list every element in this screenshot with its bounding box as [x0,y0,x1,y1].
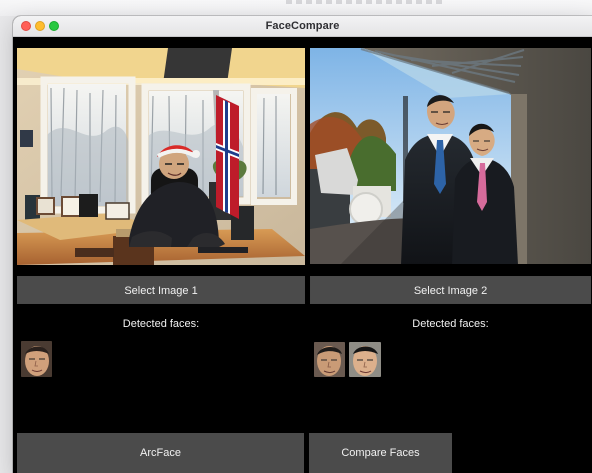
outdoor-photo-preview [310,48,591,265]
facecompare-content: Select Image 1 Select Image 2 Detected f… [13,37,592,473]
facecompare-window: FaceCompare Select Image 1 Select Image … [13,16,592,473]
office-photo-preview [17,48,305,265]
image-2-preview [310,48,591,265]
face-crop-icon [349,342,381,377]
face-crop-icon [314,342,345,377]
image-1-preview [17,48,305,265]
image-2-face-thumbnail-1 [314,342,345,377]
image-2-face-thumbnail-2 [349,342,381,377]
desktop-top-strip [0,0,592,16]
select-image-2-button[interactable]: Select Image 2 [310,276,591,304]
arcface-model-button[interactable]: ArcFace [17,433,304,473]
window-titlebar[interactable]: FaceCompare [13,16,592,37]
image-2-detected-faces-label: Detected faces: [412,318,489,330]
image-1-detected-faces-label: Detected faces: [122,318,200,330]
face-crop-icon [21,341,52,377]
desktop-background: FaceCompare Select Image 1 Select Image … [0,0,592,473]
compare-faces-button[interactable]: Compare Faces [309,433,452,473]
window-title: FaceCompare [265,20,340,32]
select-image-1-button[interactable]: Select Image 1 [17,276,305,304]
image-1-face-thumbnail [21,341,52,377]
